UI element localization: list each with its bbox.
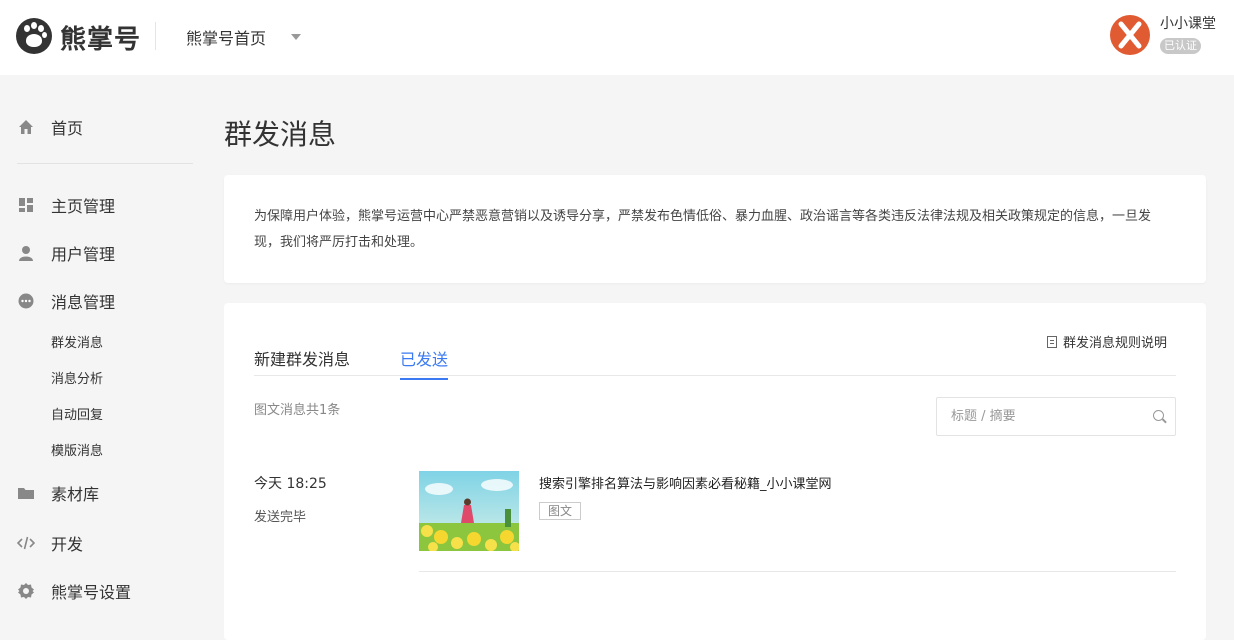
- sidebar-item-label: 开发: [51, 535, 84, 554]
- sidebar-divider: [17, 163, 193, 164]
- tab-divider: [254, 375, 1176, 376]
- avatar[interactable]: [1110, 15, 1150, 55]
- header-nav-home[interactable]: 熊掌号首页: [186, 25, 266, 49]
- message-title[interactable]: 搜索引擎排名算法与影响因素必看秘籍_小小课堂网: [539, 473, 832, 492]
- gear-icon: [17, 582, 35, 600]
- sidebar-item-label: 熊掌号设置: [51, 583, 132, 602]
- tab-new-mass-message[interactable]: 新建群发消息: [254, 346, 350, 378]
- row-divider: [419, 571, 1176, 572]
- paw-logo-icon[interactable]: [16, 18, 52, 54]
- code-icon: [16, 534, 36, 552]
- sidebar: 首页 主页管理 用户管理 消息管理 群发消息 消息分析 自动回复 模版消息 素材…: [0, 75, 210, 640]
- grid-icon: [17, 196, 35, 214]
- message-status: 发送完毕: [254, 510, 307, 525]
- message-time: 今天 18:25: [254, 476, 327, 492]
- logo-text[interactable]: 熊掌号: [60, 19, 141, 56]
- header-divider: [155, 22, 156, 50]
- user-icon: [17, 244, 35, 262]
- message-count: 图文消息共1条: [254, 403, 341, 418]
- sidebar-item-message-manage[interactable]: 消息管理: [17, 289, 115, 313]
- home-icon: [17, 118, 35, 136]
- sidebar-sub-mass-message[interactable]: 群发消息: [51, 332, 103, 351]
- sidebar-item-label: 消息管理: [51, 293, 116, 312]
- page-title: 群发消息: [224, 118, 337, 151]
- sidebar-item-develop[interactable]: 开发: [16, 531, 84, 555]
- rules-link-label: 群发消息规则说明: [1063, 336, 1168, 351]
- sidebar-item-homepage-manage[interactable]: 主页管理: [17, 193, 115, 217]
- sidebar-item-label: 素材库: [51, 485, 100, 504]
- search-icon[interactable]: [1153, 410, 1164, 421]
- chat-icon: [17, 292, 35, 310]
- sidebar-sub-template-message[interactable]: 模版消息: [51, 440, 103, 459]
- notice-card: 为保障用户体验，熊掌号运营中心严禁恶意营销以及诱导分享，严禁发布色情低俗、暴力血…: [224, 175, 1206, 283]
- message-type-tag: 图文: [539, 502, 582, 520]
- sidebar-item-material[interactable]: 素材库: [17, 481, 99, 505]
- sidebar-item-label: 主页管理: [51, 197, 116, 216]
- document-icon: [1047, 335, 1057, 348]
- folder-icon: [17, 484, 35, 502]
- message-list-card: 新建群发消息 已发送 群发消息规则说明 图文消息共1条 今天 18:25 发送完…: [224, 303, 1206, 640]
- rules-link[interactable]: 群发消息规则说明: [1047, 332, 1167, 351]
- sidebar-item-label: 首页: [51, 119, 84, 138]
- search-input[interactable]: [937, 398, 1147, 435]
- message-thumbnail[interactable]: [419, 471, 519, 551]
- notice-text: 为保障用户体验，熊掌号运营中心严禁恶意营销以及诱导分享，严禁发布色情低俗、暴力血…: [254, 209, 1152, 250]
- sidebar-item-home[interactable]: 首页: [17, 115, 83, 139]
- sidebar-item-user-manage[interactable]: 用户管理: [17, 241, 115, 265]
- verified-badge: 已认证: [1160, 38, 1201, 54]
- chevron-down-icon[interactable]: [291, 34, 301, 40]
- user-name[interactable]: 小小课堂: [1160, 13, 1216, 33]
- sidebar-item-settings[interactable]: 熊掌号设置: [17, 579, 131, 603]
- search-box: [936, 397, 1176, 436]
- sidebar-item-label: 用户管理: [51, 245, 116, 264]
- sidebar-sub-auto-reply[interactable]: 自动回复: [51, 404, 103, 423]
- sidebar-sub-message-analysis[interactable]: 消息分析: [51, 368, 103, 387]
- top-header: 熊掌号 熊掌号首页 小小课堂 已认证: [0, 0, 1234, 75]
